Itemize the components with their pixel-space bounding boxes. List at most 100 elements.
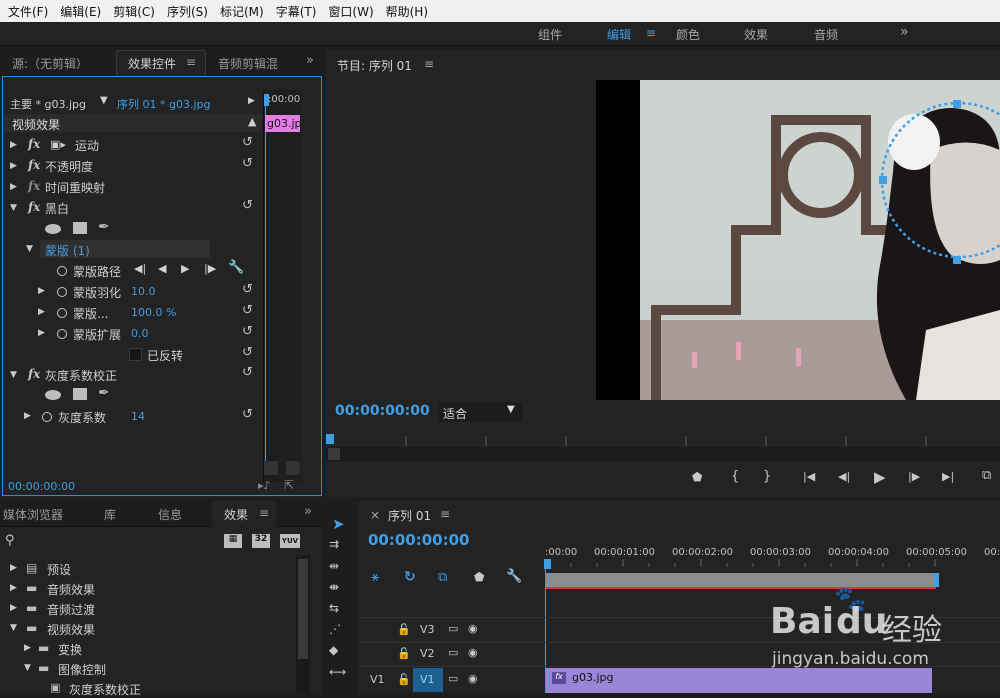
effects-scroll-thumb[interactable] xyxy=(298,559,308,659)
timeline-playhead[interactable] xyxy=(544,559,551,569)
go-to-in-icon[interactable]: |◀ xyxy=(803,470,815,483)
source-patch-v1[interactable]: V1 xyxy=(370,673,385,686)
linked-selection-icon[interactable]: ⧉ xyxy=(438,570,447,585)
track-name-v3[interactable]: V3 xyxy=(420,623,435,636)
track-back-one-icon[interactable]: ◀ xyxy=(158,262,166,275)
workspace-effects[interactable]: 效果 xyxy=(744,26,768,43)
tree-item-presets[interactable]: 预设 xyxy=(47,561,71,578)
yuv-effects-icon[interactable]: YUV xyxy=(280,534,300,548)
fit-dropdown[interactable]: 适合 ▼ xyxy=(439,402,523,422)
tree-item-transform[interactable]: 变换 xyxy=(58,641,82,658)
toggle-sync-icon[interactable]: ▭ xyxy=(448,622,458,635)
play-icon[interactable]: ▶ xyxy=(874,468,886,486)
mark-in-icon[interactable]: { xyxy=(731,469,739,484)
tab-effects[interactable]: 效果 xyxy=(224,506,248,523)
step-back-icon[interactable]: ◀| xyxy=(838,470,850,483)
stopwatch-icon[interactable] xyxy=(57,308,67,318)
tab-info[interactable]: 信息 xyxy=(158,506,182,523)
mini-scroll-right[interactable] xyxy=(286,461,300,475)
stopwatch-icon[interactable] xyxy=(57,329,67,339)
ripple-edit-tool-icon[interactable]: ⇹ xyxy=(329,559,339,573)
collapse-triangle-icon[interactable]: ▼ xyxy=(10,203,17,213)
effect-controls-timecode[interactable]: 00:00:00:00 xyxy=(8,480,75,493)
expand-triangle-icon[interactable]: ▶ xyxy=(10,161,17,171)
reset-icon[interactable]: ↺ xyxy=(242,345,253,360)
tree-item-audio-transitions[interactable]: 音频过渡 xyxy=(47,601,95,618)
slide-tool-icon[interactable]: ⟷ xyxy=(329,665,346,679)
stopwatch-icon[interactable] xyxy=(57,266,67,276)
effect-black-white[interactable]: 黑白 xyxy=(45,200,69,217)
toggle-sync-icon[interactable]: ▭ xyxy=(448,646,458,659)
collapse-triangle-icon[interactable]: ▼ xyxy=(26,244,33,254)
menu-window[interactable]: 窗口(W) xyxy=(324,3,377,20)
rectangle-mask-icon[interactable] xyxy=(73,388,87,400)
expand-triangle-icon[interactable]: ▶ xyxy=(10,140,17,150)
reset-icon[interactable]: ↺ xyxy=(242,365,253,380)
fx-icon[interactable]: fx xyxy=(28,367,40,381)
tab-source[interactable]: 源:（无剪辑） xyxy=(12,55,88,72)
ellipse-mask-icon[interactable] xyxy=(45,390,61,400)
reset-icon[interactable]: ↺ xyxy=(242,407,253,422)
mask-expansion-value[interactable]: 0.0 xyxy=(131,327,149,340)
export-icon[interactable]: ⇱ xyxy=(284,478,294,492)
fx-icon[interactable]: fx xyxy=(28,137,40,151)
mini-scroll-left[interactable] xyxy=(264,461,278,475)
close-icon[interactable]: × xyxy=(370,508,380,522)
tabs-more[interactable]: » xyxy=(306,53,314,68)
tab-audio-mixer[interactable]: 音频剪辑混 xyxy=(218,55,278,72)
go-to-out-icon[interactable]: ▶| xyxy=(942,470,954,483)
ellipse-mask-icon[interactable] xyxy=(45,224,61,234)
pen-mask-icon[interactable]: ✒ xyxy=(98,385,110,401)
snap-icon[interactable]: ↻ xyxy=(404,569,416,585)
effect-opacity[interactable]: 不透明度 xyxy=(45,158,93,175)
track-forward-one-icon[interactable]: ▶ xyxy=(181,262,189,275)
accelerated-effects-icon[interactable]: ▦ xyxy=(224,534,242,548)
marker-icon[interactable]: ⬟ xyxy=(692,470,702,484)
play-only-clip-icon[interactable]: ▶ xyxy=(248,96,255,106)
video-frame[interactable] xyxy=(596,80,1000,400)
tab-effect-controls[interactable]: 效果控件 xyxy=(128,55,176,72)
search-icon[interactable]: ⚲ xyxy=(5,533,15,548)
reset-icon[interactable]: ↺ xyxy=(242,135,253,150)
toggle-sync-icon[interactable]: ▭ xyxy=(448,672,458,685)
timeline-tab[interactable]: 序列 01 xyxy=(388,507,431,524)
chevron-down-icon[interactable]: ▼ xyxy=(100,95,108,106)
effect-motion[interactable]: 运动 xyxy=(75,137,99,154)
mark-out-icon[interactable]: } xyxy=(763,469,771,484)
expand-triangle-icon[interactable]: ▶ xyxy=(10,182,17,192)
program-zoom-bar[interactable] xyxy=(326,447,1000,461)
menu-clip[interactable]: 剪辑(C) xyxy=(109,3,159,20)
expand-triangle-icon[interactable]: ▶ xyxy=(38,307,45,317)
rolling-edit-tool-icon[interactable]: ⇼ xyxy=(329,580,339,594)
timeline-timecode[interactable]: 00:00:00:00 xyxy=(368,531,470,549)
sequence-clip-label[interactable]: 序列 01 * g03.jpg xyxy=(117,96,210,112)
add-marker-icon[interactable]: ⬟ xyxy=(474,570,484,584)
tree-item-audio-effects[interactable]: 音频效果 xyxy=(47,581,95,598)
mini-clip[interactable]: g03.jp xyxy=(265,115,302,132)
mini-timeline[interactable] xyxy=(263,90,301,482)
workspace-color[interactable]: 颜色 xyxy=(676,26,700,43)
wrench-icon[interactable]: 🔧 xyxy=(228,260,244,275)
expand-triangle-icon[interactable]: ▶ xyxy=(38,328,45,338)
stopwatch-icon[interactable] xyxy=(57,287,67,297)
effect-gamma-correction[interactable]: 灰度系数校正 xyxy=(45,367,117,384)
rectangle-mask-icon[interactable] xyxy=(73,222,87,234)
reset-icon[interactable]: ↺ xyxy=(242,282,253,297)
32bit-effects-icon[interactable]: 32 xyxy=(252,534,270,548)
menu-sequence[interactable]: 序列(S) xyxy=(163,3,212,20)
effects-scrollbar[interactable] xyxy=(296,555,310,693)
workspace-more[interactable]: » xyxy=(900,24,909,40)
track-name-v2[interactable]: V2 xyxy=(420,647,435,660)
lock-icon[interactable]: 🔓 xyxy=(397,623,411,636)
step-forward-icon[interactable]: |▶ xyxy=(908,470,920,483)
stopwatch-icon[interactable] xyxy=(42,412,52,422)
expand-triangle-icon[interactable]: ▶ xyxy=(24,411,31,421)
menu-marker[interactable]: 标记(M) xyxy=(216,3,268,20)
expand-triangle-icon[interactable]: ▶ xyxy=(10,563,17,573)
slip-tool-icon[interactable]: ◆ xyxy=(329,643,338,657)
reset-icon[interactable]: ↺ xyxy=(242,303,253,318)
settings-wrench-icon[interactable]: 🔧 xyxy=(506,569,522,584)
eye-icon[interactable]: ◉ xyxy=(468,622,478,635)
tree-item-image-control[interactable]: 图像控制 xyxy=(58,661,106,678)
reset-icon[interactable]: ↺ xyxy=(242,156,253,171)
